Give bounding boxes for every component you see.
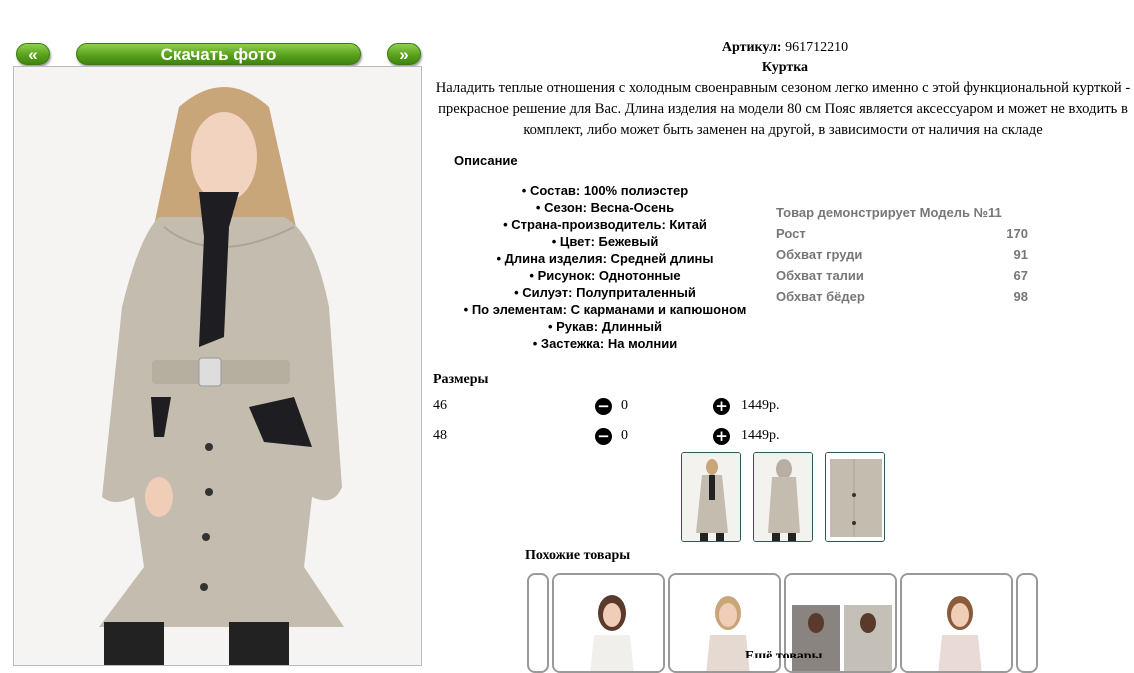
thumbnail-front[interactable] xyxy=(681,452,741,542)
model-row: Обхват бёдер 98 xyxy=(776,289,1028,304)
spec-item: • Страна-производитель: Китай xyxy=(440,216,770,233)
similar-heading: Похожие товары xyxy=(525,548,631,563)
bullet-icon: • xyxy=(529,268,538,283)
model-row: Обхват талии 67 xyxy=(776,268,1028,283)
spec-text: Цвет: Бежевый xyxy=(559,234,659,249)
similar-item[interactable] xyxy=(784,573,897,673)
similar-item[interactable] xyxy=(552,573,665,673)
model-in-coat-image xyxy=(14,67,421,665)
carousel-next-button[interactable] xyxy=(1016,573,1038,673)
size-label: 46 xyxy=(433,398,447,413)
spec-text: Застежка: На молнии xyxy=(540,336,678,351)
minus-icon[interactable]: − xyxy=(595,428,612,445)
download-photo-button[interactable]: Скачать фото xyxy=(76,43,361,65)
spec-text: Страна-производитель: Китай xyxy=(511,217,707,232)
plus-icon[interactable]: + xyxy=(713,428,730,445)
spec-text: Силуэт: Полуприталенный xyxy=(522,285,696,300)
spec-item: • Сезон: Весна-Осень xyxy=(440,199,770,216)
carousel-prev-button[interactable] xyxy=(527,573,549,673)
spec-text: Сезон: Весна-Осень xyxy=(544,200,675,215)
model-title: Товар демонстрирует Модель №11 xyxy=(776,205,1002,220)
spec-item: • Застежка: На молнии xyxy=(440,335,770,352)
price-value: 1449р. xyxy=(741,428,780,443)
spec-item: • Цвет: Бежевый xyxy=(440,233,770,250)
spec-text: Длина изделия: Средней длины xyxy=(504,251,714,266)
plus-icon[interactable]: + xyxy=(713,398,730,415)
size-row-46: 46 − 0 + 1449р. xyxy=(433,398,853,420)
spec-text: Состав: 100% полиэстер xyxy=(529,183,689,198)
price-value: 1449р. xyxy=(741,398,780,413)
sizes-heading: Размеры xyxy=(433,372,489,387)
model-row: Рост 170 xyxy=(776,226,1028,241)
thumbnail-back[interactable] xyxy=(753,452,813,542)
spec-item: • Длина изделия: Средней длины xyxy=(440,250,770,267)
next-photo-button[interactable]: » xyxy=(387,43,421,65)
quantity-value[interactable]: 0 xyxy=(621,428,628,444)
prev-photo-button[interactable]: « xyxy=(16,43,50,65)
similar-item[interactable] xyxy=(900,573,1013,673)
bullet-icon: • xyxy=(521,183,530,198)
thumbnail-detail[interactable] xyxy=(825,452,885,542)
spec-text: Рисунок: Однотонные xyxy=(537,268,681,283)
bullet-icon: • xyxy=(535,200,545,215)
model-row: Обхват груди 91 xyxy=(776,247,1028,262)
spec-item: • По элементам: С карманами и капюшоном xyxy=(440,301,770,318)
similar-item[interactable] xyxy=(668,573,781,673)
article-value: 961712210 xyxy=(785,40,849,55)
quantity-value[interactable]: 0 xyxy=(621,398,628,414)
article-label: Артикул: xyxy=(721,40,782,55)
spec-item: • Рукав: Длинный xyxy=(440,318,770,335)
bullet-icon: • xyxy=(551,234,560,249)
product-description: Наладить теплые отношения с холодным сво… xyxy=(435,80,1131,138)
bullet-icon: • xyxy=(496,251,505,266)
size-row-48: 48 − 0 + 1449р. xyxy=(433,428,853,450)
description-heading: Описание xyxy=(454,153,518,168)
spec-text: Рукав: Длинный xyxy=(556,319,663,334)
bullet-icon: • xyxy=(547,319,557,334)
bullet-icon: • xyxy=(532,336,541,351)
product-title: Куртка xyxy=(761,60,809,75)
article-line: Артикул: 961712210 xyxy=(630,40,940,56)
spec-item: • Силуэт: Полуприталенный xyxy=(440,284,770,301)
spec-item: • Состав: 100% полиэстер xyxy=(440,182,770,199)
bullet-icon: • xyxy=(463,302,472,317)
minus-icon[interactable]: − xyxy=(595,398,612,415)
size-label: 48 xyxy=(433,428,447,443)
spec-text: По элементам: С карманами и капюшоном xyxy=(471,302,747,317)
main-product-photo[interactable] xyxy=(13,66,422,666)
spec-list: • Состав: 100% полиэстер • Сезон: Весна-О… xyxy=(440,182,770,352)
spec-item: • Рисунок: Однотонные xyxy=(440,267,770,284)
more-products-heading: Ещё товары xyxy=(745,650,823,658)
model-info: Товар демонстрирует Модель №11 Рост 170 О… xyxy=(776,202,1028,307)
